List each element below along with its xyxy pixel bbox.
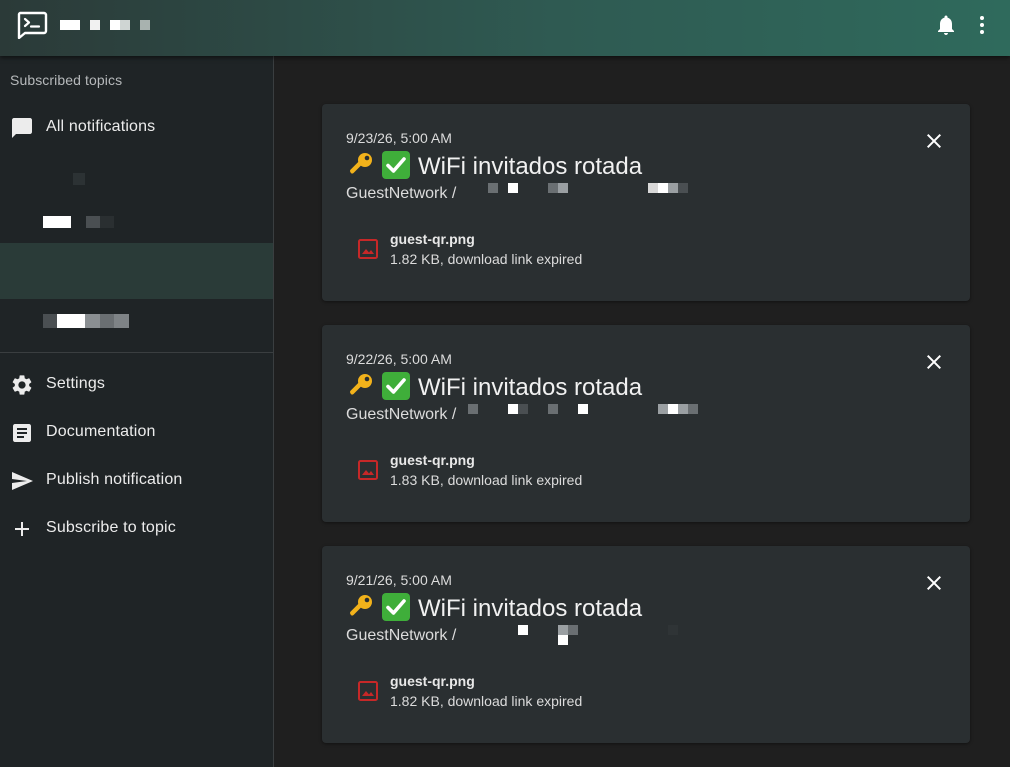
attachment-name[interactable]: guest-qr.png (390, 452, 475, 468)
sidebar-item-subscribe-to-topic[interactable]: Subscribe to topic (0, 505, 273, 553)
image-file-icon[interactable] (356, 679, 380, 703)
check-mark-emoji-icon (382, 593, 410, 621)
attachment-info: 1.82 KB, download link expired (390, 693, 583, 709)
notification-title: WiFi invitados rotada (346, 593, 642, 623)
terminal-message-icon (17, 11, 48, 39)
notification-tags: GuestNetwork / (346, 185, 456, 203)
notification-list: 9/23/26, 5:00 AM WiFi invitados rotada G… (274, 56, 1010, 767)
sidebar-item-settings[interactable]: Settings (0, 361, 273, 409)
sidebar: Subscribed topics All notifications Sett… (0, 56, 274, 767)
redacted-topic-label (73, 173, 85, 185)
sidebar-item-topic-redacted[interactable] (0, 299, 273, 347)
check-mark-emoji-icon (382, 151, 410, 179)
sidebar-item-topic-selected[interactable] (0, 243, 273, 299)
notification-tags: GuestNetwork / (346, 406, 456, 424)
notification-title: WiFi invitados rotada (346, 151, 642, 181)
sidebar-item-publish-notification[interactable]: Publish notification (0, 457, 273, 505)
notification-title-text: WiFi invitados rotada (418, 153, 643, 180)
plus-icon (15, 522, 29, 536)
sidebar-item-all-notifications[interactable]: All notifications (0, 104, 273, 152)
app-bar (0, 0, 1010, 56)
sidebar-item-label: Settings (46, 375, 106, 392)
image-file-icon[interactable] (356, 237, 380, 261)
notification-date: 9/22/26, 5:00 AM (346, 351, 452, 367)
notification-date: 9/23/26, 5:00 AM (346, 130, 452, 146)
key-emoji-icon (349, 153, 372, 174)
key-emoji-icon (349, 595, 372, 616)
image-file-icon[interactable] (356, 458, 380, 482)
check-mark-emoji-icon (382, 372, 410, 400)
sidebar-divider (0, 352, 273, 353)
sidebar-item-label: All notifications (46, 118, 156, 135)
send-icon (12, 472, 33, 490)
notification-card: 9/23/26, 5:00 AM WiFi invitados rotada G… (322, 104, 970, 301)
sidebar-item-documentation[interactable]: Documentation (0, 409, 273, 457)
sidebar-item-label: Publish notification (46, 471, 183, 488)
notification-topic-label: GuestNetwork / (346, 185, 457, 202)
close-icon[interactable] (922, 350, 946, 374)
more-vert-icon[interactable] (970, 13, 994, 37)
gear-icon (12, 375, 32, 395)
close-icon[interactable] (922, 571, 946, 595)
notification-card: 9/22/26, 5:00 AM WiFi invitados rotada G… (322, 325, 970, 522)
close-icon[interactable] (922, 129, 946, 153)
attachment-info: 1.83 KB, download link expired (390, 472, 583, 488)
sidebar-header: Subscribed topics (10, 72, 123, 88)
key-emoji-icon (349, 374, 372, 395)
chat-bubble-icon (12, 118, 32, 138)
notification-title-text: WiFi invitados rotada (418, 595, 643, 622)
notification-card: 9/21/26, 5:00 AM WiFi invitados rotada G… (322, 546, 970, 743)
sidebar-item-label: Documentation (46, 423, 156, 440)
attachment-name[interactable]: guest-qr.png (390, 231, 475, 247)
notification-date: 9/21/26, 5:00 AM (346, 572, 452, 588)
notification-title: WiFi invitados rotada (346, 372, 642, 402)
notification-title-text: WiFi invitados rotada (418, 374, 643, 401)
notification-tags: GuestNetwork / (346, 627, 456, 645)
notification-topic-label: GuestNetwork / (346, 406, 457, 423)
sidebar-item-label: Subscribe to topic (46, 519, 176, 536)
attachment-info: 1.82 KB, download link expired (390, 251, 583, 267)
article-icon (13, 424, 31, 442)
bell-icon[interactable] (934, 13, 958, 37)
sidebar-item-topic-redacted[interactable] (0, 155, 273, 203)
notification-topic-label: GuestNetwork / (346, 627, 457, 644)
attachment-name[interactable]: guest-qr.png (390, 673, 475, 689)
sidebar-item-topic-redacted[interactable] (0, 199, 273, 247)
